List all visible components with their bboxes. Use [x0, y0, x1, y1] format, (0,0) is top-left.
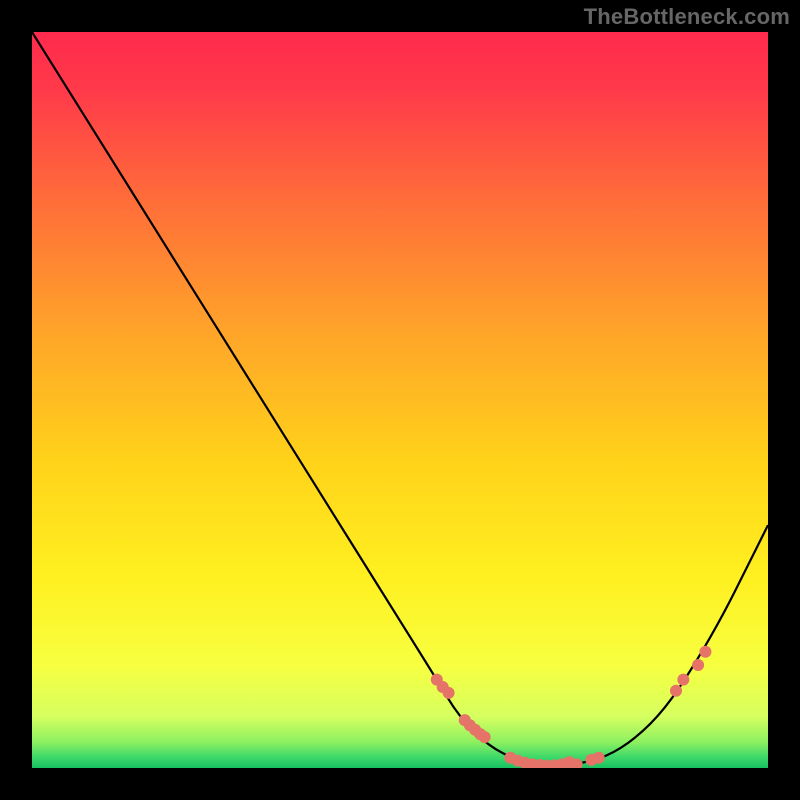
- marker-dot: [677, 674, 689, 686]
- gradient-background: [32, 32, 768, 768]
- marker-dot: [699, 646, 711, 658]
- marker-dot: [692, 659, 704, 671]
- chart-frame: TheBottleneck.com: [0, 0, 800, 800]
- marker-dot: [593, 752, 605, 764]
- marker-dot: [670, 685, 682, 697]
- plot-area: [32, 32, 768, 768]
- watermark-text: TheBottleneck.com: [584, 4, 790, 30]
- marker-dot: [479, 731, 491, 743]
- marker-dot: [443, 687, 455, 699]
- chart-svg: [32, 32, 768, 768]
